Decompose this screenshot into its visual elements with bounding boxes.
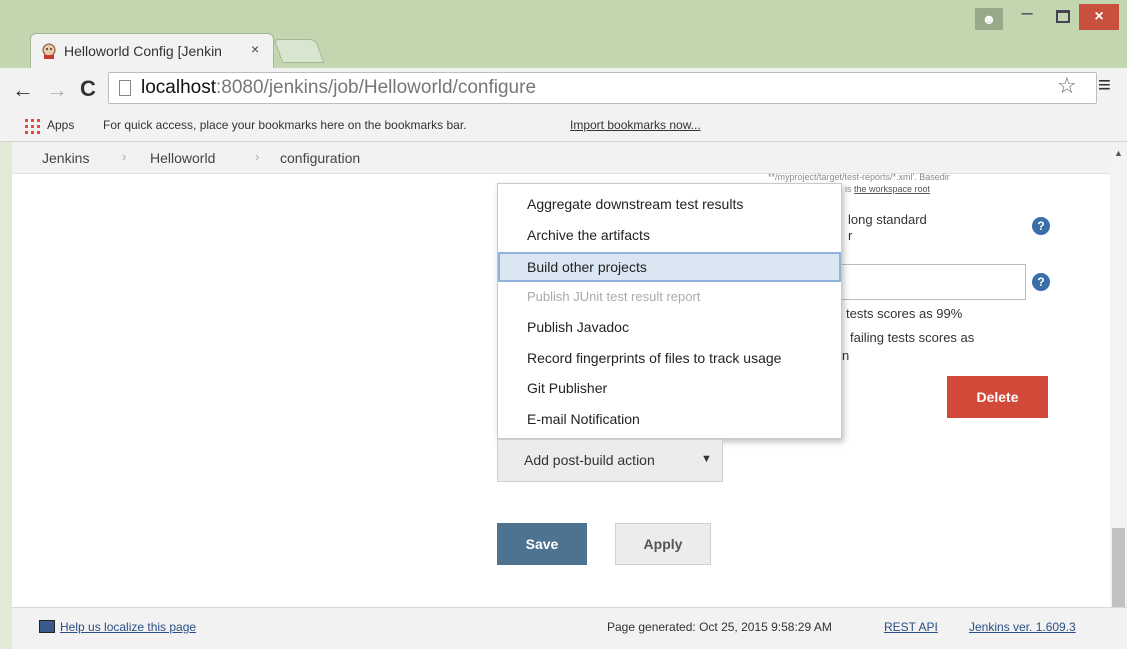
vertical-scrollbar[interactable]: ▲ — [1110, 142, 1127, 607]
bookmark-star-icon[interactable]: ☆ — [1057, 73, 1077, 99]
page-icon — [119, 80, 131, 96]
save-button[interactable]: Save — [497, 523, 587, 565]
breadcrumb-helloworld[interactable]: Helloworld — [150, 150, 215, 166]
tab-close-icon[interactable]: × — [251, 41, 259, 57]
browser-toolbar: ← → C localhost:8080/jenkins/job/Hellowo… — [0, 68, 1127, 110]
chevron-down-icon: ▼ — [701, 453, 712, 465]
breadcrumb-separator: › — [255, 149, 260, 164]
jenkins-version-link[interactable]: Jenkins ver. 1.609.3 — [969, 620, 1076, 634]
menu-item-email-notification[interactable]: E-mail Notification — [498, 404, 841, 434]
breadcrumb-configuration[interactable]: configuration — [280, 150, 360, 166]
breadcrumb-separator: › — [122, 149, 127, 164]
workspace-root-link[interactable]: the workspace root — [854, 184, 930, 194]
tab-title: Helloworld Config [Jenkin — [64, 43, 222, 59]
menu-item-build-other-projects[interactable]: Build other projects — [498, 252, 841, 282]
address-bar[interactable]: localhost:8080/jenkins/job/Helloworld/co… — [108, 72, 1097, 104]
bookmarks-bar: Apps For quick access, place your bookma… — [0, 110, 1127, 142]
page-footer: Help us localize this page Page generate… — [12, 607, 1127, 649]
add-post-build-action-label: Add post-build action — [524, 452, 655, 468]
minimize-icon[interactable]: – — [1012, 2, 1042, 30]
menu-item-archive-artifacts[interactable]: Archive the artifacts — [498, 220, 841, 250]
bookmarks-hint: For quick access, place your bookmarks h… — [103, 118, 467, 132]
back-arrow-icon[interactable]: ← — [12, 77, 34, 103]
new-tab-button[interactable] — [273, 39, 325, 63]
retain-long-stdout-label: long standard — [848, 212, 927, 227]
health-scale-factor-input[interactable] — [838, 264, 1026, 300]
scale-factor-description-3: n — [842, 348, 850, 363]
help-icon[interactable]: ? — [1032, 273, 1050, 291]
import-bookmarks-link[interactable]: Import bookmarks now... — [570, 118, 701, 132]
forward-arrow-icon[interactable]: → — [46, 77, 68, 103]
menu-item-aggregate-downstream[interactable]: Aggregate downstream test results — [498, 189, 841, 219]
add-post-build-action-button[interactable]: Add post-build action ▼ — [497, 439, 723, 482]
hamburger-menu-icon[interactable]: ≡ — [1098, 72, 1111, 98]
user-profile-icon[interactable]: ☻ — [975, 8, 1003, 30]
menu-item-git-publisher[interactable]: Git Publisher — [498, 373, 841, 403]
scroll-up-icon[interactable]: ▲ — [1114, 148, 1123, 158]
help-localize-link[interactable]: Help us localize this page — [60, 620, 196, 634]
menu-item-publish-javadoc[interactable]: Publish Javadoc — [498, 312, 841, 342]
delete-button[interactable]: Delete — [947, 376, 1048, 418]
browser-tab[interactable]: Helloworld Config [Jenkin × — [30, 33, 274, 68]
maximize-icon[interactable] — [1046, 6, 1076, 28]
post-build-action-menu: Aggregate downstream test results Archiv… — [497, 183, 842, 439]
apps-label[interactable]: Apps — [47, 118, 74, 132]
rest-api-link[interactable]: REST API — [884, 620, 938, 634]
menu-item-publish-junit: Publish JUnit test result report — [527, 289, 701, 304]
window-close-icon[interactable]: × — [1079, 4, 1119, 30]
apply-button[interactable]: Apply — [615, 523, 711, 565]
menu-item-record-fingerprints[interactable]: Record fingerprints of files to track us… — [498, 343, 841, 373]
reload-icon[interactable]: C — [80, 76, 96, 102]
breadcrumb: Jenkins › Helloworld › configuration — [12, 142, 1110, 174]
apps-grid-icon[interactable] — [25, 119, 40, 134]
retain-long-stdout-label-cont: r — [848, 228, 853, 243]
breadcrumb-jenkins[interactable]: Jenkins — [42, 150, 89, 166]
url-text[interactable]: localhost:8080/jenkins/job/Helloworld/co… — [141, 77, 536, 99]
scroll-thumb[interactable] — [1112, 528, 1125, 607]
basedir-hint: is the workspace root — [845, 184, 931, 194]
test-report-hint: **/myproject/target/test-reports/*.xml'.… — [768, 172, 950, 182]
localize-icon — [39, 620, 55, 633]
jenkins-favicon-icon — [42, 43, 56, 59]
help-icon[interactable]: ? — [1032, 217, 1050, 235]
scale-factor-description: tests scores as 99% — [846, 306, 963, 321]
scale-factor-description-2: failing tests scores as — [850, 330, 975, 345]
page-generated-text: Page generated: Oct 25, 2015 9:58:29 AM — [607, 620, 832, 634]
